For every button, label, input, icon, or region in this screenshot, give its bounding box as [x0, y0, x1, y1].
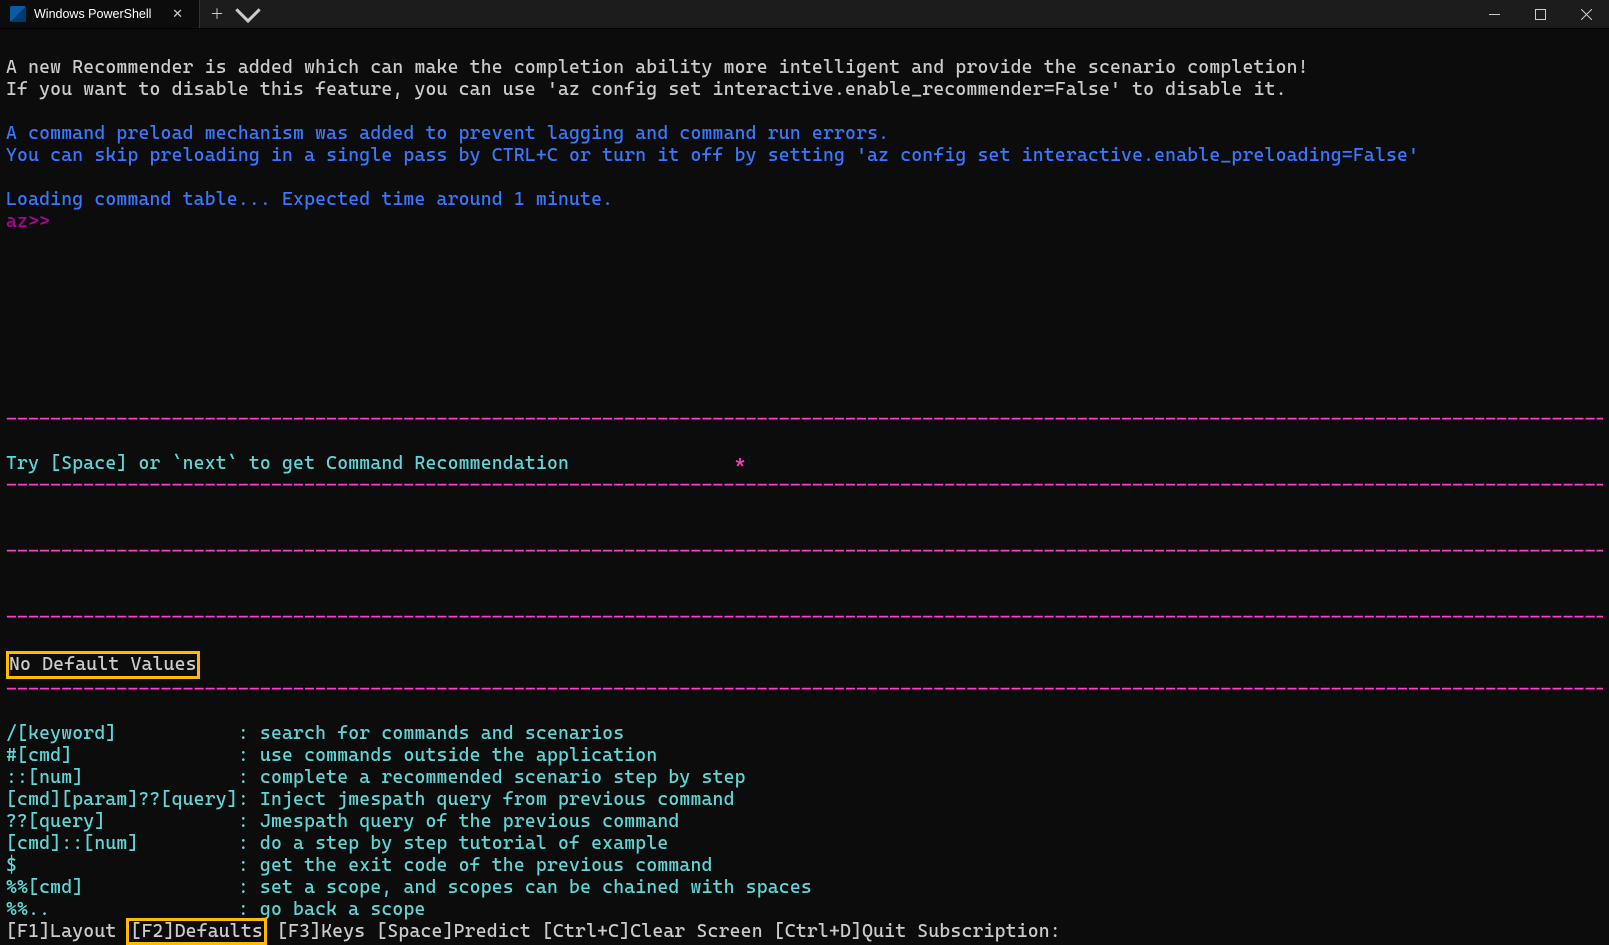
output-line: A command preload mechanism was added to…	[6, 123, 889, 144]
tab-title: Windows PowerShell	[34, 7, 160, 21]
help-row: %%.. : go back a scope	[6, 899, 426, 920]
help-row: [cmd]::[num] : do a step by step tutoria…	[6, 833, 668, 854]
help-row: ??[query] : Jmespath query of the previo…	[6, 811, 679, 832]
close-window-button[interactable]	[1563, 0, 1609, 28]
star-indicator: *	[735, 453, 746, 474]
close-icon	[1581, 9, 1592, 20]
tab-dropdown-button[interactable]	[234, 0, 262, 28]
maximize-button[interactable]	[1517, 0, 1563, 28]
new-tab-button[interactable]: ＋	[200, 0, 234, 28]
bottom-bar: [F1]Layout [F2]Defaults [F3]Keys [Space]…	[6, 921, 1061, 942]
recommendation-hint: Try [Space] or `next` to get Command Rec…	[6, 453, 569, 474]
f2-defaults-highlight: [F2]Defaults	[126, 918, 266, 945]
help-row: [cmd][param]??[query]: Inject jmespath q…	[6, 789, 735, 810]
help-row: $ : get the exit code of the previous co…	[6, 855, 713, 876]
divider: ----------------------------------------…	[6, 475, 1603, 497]
minimize-icon	[1489, 9, 1500, 20]
output-line: If you want to disable this feature, you…	[6, 79, 1287, 100]
help-row: /[keyword] : search for commands and sce…	[6, 723, 624, 744]
tab-powershell[interactable]: Windows PowerShell ✕	[0, 0, 200, 28]
help-row: %%[cmd] : set a scope, and scopes can be…	[6, 877, 812, 898]
terminal-output[interactable]: A new Recommender is added which can mak…	[0, 29, 1609, 943]
maximize-icon	[1535, 9, 1546, 20]
divider: ----------------------------------------…	[6, 541, 1603, 563]
divider: ----------------------------------------…	[6, 607, 1603, 629]
help-row: ::[num] : complete a recommended scenari…	[6, 767, 746, 788]
output-line: You can skip preloading in a single pass…	[6, 145, 1419, 166]
chevron-down-icon	[234, 0, 262, 28]
no-defaults-badge: No Default Values	[6, 651, 200, 679]
powershell-icon	[10, 6, 26, 22]
title-bar: Windows PowerShell ✕ ＋	[0, 0, 1609, 29]
window-controls	[1471, 0, 1609, 28]
minimize-button[interactable]	[1471, 0, 1517, 28]
close-icon[interactable]: ✕	[168, 6, 187, 22]
prompt: az>>	[6, 211, 50, 232]
output-line: Loading command table... Expected time a…	[6, 189, 613, 210]
help-row: #[cmd] : use commands outside the applic…	[6, 745, 657, 766]
output-line: A new Recommender is added which can mak…	[6, 57, 1309, 78]
divider: ----------------------------------------…	[6, 409, 1603, 431]
tabs-area: Windows PowerShell ✕ ＋	[0, 0, 262, 28]
divider: ----------------------------------------…	[6, 679, 1603, 701]
